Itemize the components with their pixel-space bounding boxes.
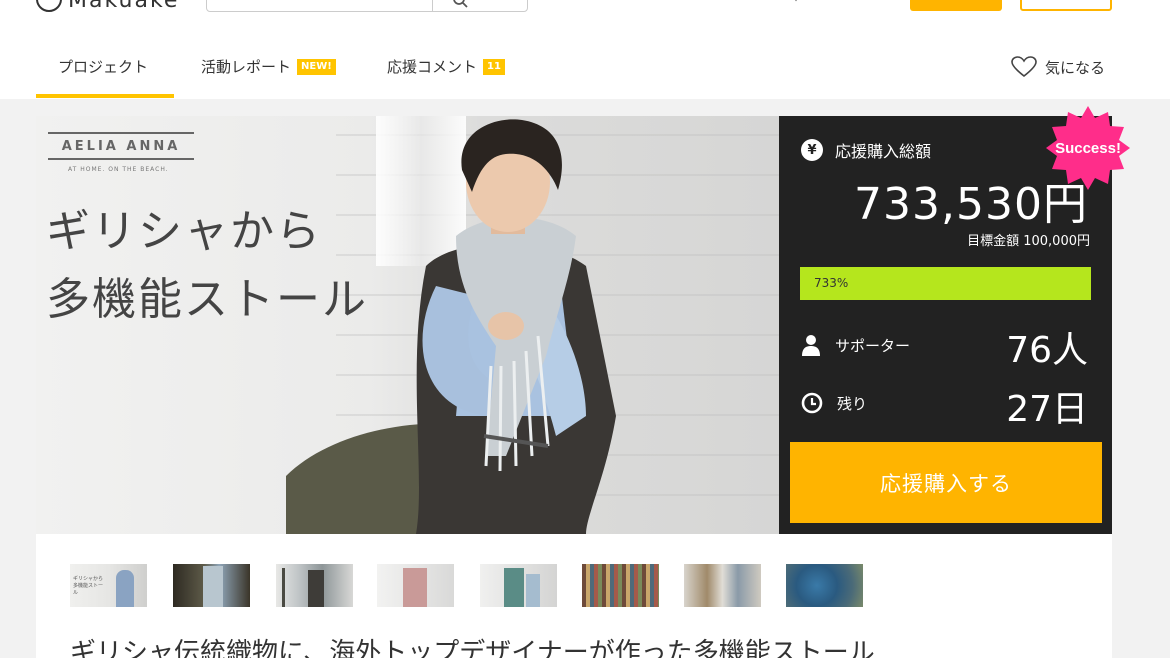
supporters-count: 76人 [1006, 330, 1088, 371]
notification-icon[interactable] [790, 0, 802, 4]
success-badge: Success! [1046, 106, 1130, 190]
clock-icon [801, 392, 823, 414]
thumbnail-8[interactable] [786, 564, 863, 607]
project-tabs: プロジェクト 活動レポート NEW! 応援コメント 11 気になる [0, 34, 1170, 100]
logo-mark[interactable] [36, 0, 62, 12]
goal-amount: 目標金額 100,000円 [967, 234, 1090, 249]
logo-text[interactable]: Makuake [68, 0, 179, 13]
remaining-label: 残り [837, 394, 868, 413]
thumbnail-5[interactable] [480, 564, 557, 607]
top-header: Makuake [0, 0, 1170, 16]
brand-tagline: AT HOME. ON THE BEACH. [68, 166, 169, 173]
total-label: 応援購入総額 [835, 142, 932, 161]
hero-image[interactable]: AELIA ANNA AT HOME. ON THE BEACH. ギリシャから… [36, 116, 779, 534]
thumbnail-4[interactable] [377, 564, 454, 607]
supporters-label: サポーター [835, 336, 911, 355]
yen-icon: ¥ [801, 139, 823, 161]
progress-bar: 733% [800, 267, 1091, 300]
search-input[interactable] [206, 0, 528, 12]
supporters-label-row: サポーター [801, 334, 910, 356]
remaining-days: 27日 [1006, 389, 1088, 430]
success-badge-text: Success! [1055, 140, 1121, 157]
thumbnail-1[interactable]: ギリシャから多機能ストール [70, 564, 147, 607]
heart-icon [1011, 56, 1037, 78]
signup-button[interactable] [1020, 0, 1112, 11]
model-photo [286, 119, 616, 534]
gallery-section: ギリシャから多機能ストール ギリシャ伝統織物に、海外トップデザイナーが作った多機… [36, 534, 1112, 658]
brand-logo: AELIA ANNA [48, 132, 194, 160]
support-purchase-button[interactable]: 応援購入する [790, 442, 1102, 523]
search-divider [432, 0, 433, 12]
tab-comments[interactable]: 応援コメント 11 [387, 56, 505, 77]
tab-activity-report-label: 活動レポート [201, 58, 292, 76]
thumbnail-2[interactable] [173, 564, 250, 607]
comment-count-badge: 11 [483, 58, 505, 75]
tab-activity-report[interactable]: 活動レポート NEW! [201, 56, 336, 77]
favorite-label: 気になる [1044, 58, 1105, 77]
tab-project[interactable]: プロジェクト [58, 56, 148, 77]
search-icon[interactable] [452, 0, 468, 8]
active-tab-indicator [36, 94, 174, 98]
total-label-row: ¥ 応援購入総額 [801, 138, 931, 162]
thumbnail-6[interactable] [582, 564, 659, 607]
thumbnail-1-caption: ギリシャから多機能ストール [73, 576, 104, 596]
tab-project-label: プロジェクト [58, 58, 149, 76]
new-badge: NEW! [297, 58, 336, 75]
tab-comments-label: 応援コメント [387, 58, 478, 76]
thumbnail-3[interactable] [276, 564, 353, 607]
login-button[interactable] [910, 0, 1002, 11]
progress-percent: 733% [814, 276, 849, 290]
thumbnail-7[interactable] [684, 564, 761, 607]
person-icon [802, 335, 820, 356]
favorite-button[interactable]: 気になる [1011, 56, 1105, 78]
project-headline: ギリシャ伝統織物に、海外トップデザイナーが作った多機能ストール [70, 638, 875, 658]
remaining-label-row: 残り [801, 392, 867, 414]
